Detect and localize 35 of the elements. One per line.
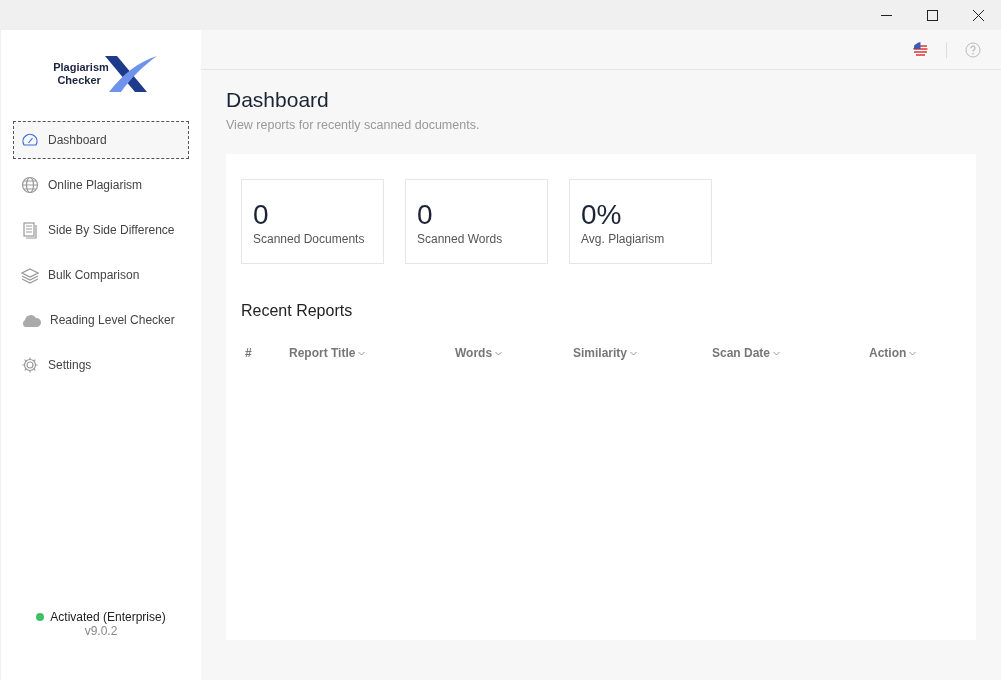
version-label: v9.0.2 bbox=[84, 624, 118, 638]
help-icon[interactable] bbox=[965, 41, 981, 58]
sidebar-item[interactable]: Dashboard bbox=[13, 121, 189, 159]
sidebar-item[interactable]: Online Plagiarism bbox=[13, 166, 189, 204]
logo-text: Plagiarism bbox=[53, 61, 109, 74]
stat-value: 0 bbox=[253, 200, 270, 230]
page-subtitle: View reports for recently scanned documents. bbox=[226, 118, 481, 132]
sidebar-item[interactable]: Bulk Comparison bbox=[13, 256, 189, 294]
column-header[interactable]: Report Title bbox=[289, 346, 455, 360]
column-header[interactable]: Words bbox=[455, 346, 573, 360]
document-icon bbox=[21, 221, 39, 239]
cloud-icon bbox=[21, 312, 41, 328]
sidebar-item[interactable]: Side By Side Difference bbox=[13, 211, 189, 249]
stat-label: Scanned Words bbox=[417, 232, 504, 246]
globe-icon bbox=[21, 176, 39, 194]
column-header[interactable]: Scan Date bbox=[712, 346, 869, 360]
sidebar-item[interactable]: Reading Level Checker bbox=[13, 301, 189, 339]
layers-icon bbox=[21, 266, 39, 284]
maximize-icon bbox=[926, 9, 938, 21]
flag-icon[interactable] bbox=[913, 42, 928, 57]
close-icon bbox=[972, 9, 984, 21]
stat-label: Scanned Documents bbox=[253, 232, 366, 246]
column-header[interactable]: Action bbox=[869, 346, 961, 360]
section-title: Recent Reports bbox=[241, 302, 354, 320]
settings-icon bbox=[21, 356, 39, 374]
stat-value: 0 bbox=[417, 200, 434, 230]
page-title: Dashboard bbox=[226, 88, 330, 112]
column-header[interactable]: Similarity bbox=[573, 346, 712, 360]
gauge-icon bbox=[21, 131, 39, 149]
column-header: # bbox=[245, 346, 253, 360]
logo-text: Checker bbox=[57, 74, 101, 87]
license-status: Activated (Enterprise) bbox=[50, 610, 166, 624]
stat-label: Avg. Plagiarism bbox=[581, 232, 666, 246]
stat-value: 0% bbox=[581, 200, 623, 230]
sidebar-item[interactable]: Settings bbox=[13, 346, 189, 384]
